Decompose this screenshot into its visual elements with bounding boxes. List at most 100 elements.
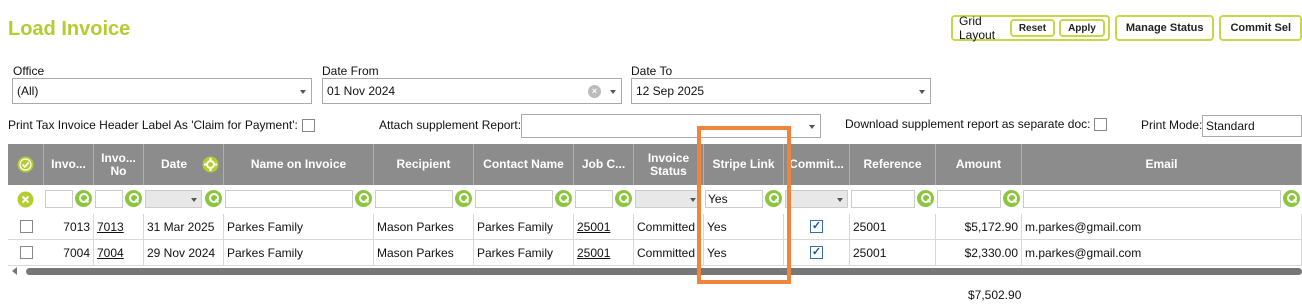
column-header-reference[interactable]: Reference xyxy=(850,144,936,185)
check-all-icon[interactable] xyxy=(17,156,34,173)
cell-job-code-link[interactable]: 25001 xyxy=(574,214,634,240)
search-icon[interactable] xyxy=(615,190,632,207)
attach-supplement-select[interactable] xyxy=(521,114,821,138)
cell-date: 31 Mar 2025 xyxy=(144,214,224,240)
date-to-field[interactable]: 12 Sep 2025 xyxy=(631,78,931,104)
cell-invoice: 7013 xyxy=(44,214,94,240)
filter-committed-select[interactable] xyxy=(785,190,848,208)
cell-invoice-status: Committed xyxy=(634,214,704,240)
cell-committed: ✓ xyxy=(784,240,850,266)
filter-date-select[interactable] xyxy=(145,190,202,208)
cell-invoice-no-link[interactable]: 7013 xyxy=(94,214,144,240)
column-header-amount[interactable]: Amount xyxy=(936,144,1022,185)
download-separate-label: Download supplement report as separate d… xyxy=(845,117,1091,131)
filter-contact-input[interactable] xyxy=(475,190,553,208)
print-mode-label: Print Mode: xyxy=(1141,118,1203,132)
column-header-contact-name[interactable]: Contact Name xyxy=(474,144,574,185)
cell-date: 29 Nov 2024 xyxy=(144,240,224,266)
search-icon[interactable] xyxy=(555,190,572,207)
amount-total: $7,502.90 xyxy=(968,288,1022,302)
cell-contact-name: Parkes Family xyxy=(474,214,574,240)
print-header-label: Print Tax Invoice Header Label As 'Claim… xyxy=(8,118,298,132)
table-row[interactable]: 7004 7004 29 Nov 2024 Parkes Family Maso… xyxy=(8,240,1302,266)
print-mode-option: Print Mode: xyxy=(1141,118,1202,132)
filter-recipient-input[interactable] xyxy=(375,190,453,208)
date-to-label: Date To xyxy=(631,64,673,78)
filter-reference-input[interactable] xyxy=(851,190,915,208)
column-header-invoice[interactable]: Invo... xyxy=(44,144,94,185)
clear-filter-icon[interactable] xyxy=(17,191,34,208)
committed-checkbox[interactable]: ✓ xyxy=(810,220,823,233)
horizontal-scrollbar[interactable] xyxy=(8,266,1302,276)
apply-button[interactable]: Apply xyxy=(1059,19,1105,37)
search-icon[interactable] xyxy=(455,190,472,207)
column-header-invoice-status[interactable]: Invoice Status xyxy=(634,144,704,185)
cell-stripe-link: Yes xyxy=(704,240,784,266)
table-row[interactable]: 7013 7013 31 Mar 2025 Parkes Family Maso… xyxy=(8,214,1302,240)
manage-status-button[interactable]: Manage Status xyxy=(1114,15,1215,41)
column-header-date[interactable]: Date xyxy=(144,144,224,185)
cell-job-code-link[interactable]: 25001 xyxy=(574,240,634,266)
cell-reference: 25001 xyxy=(850,214,936,240)
reset-button[interactable]: Reset xyxy=(1009,19,1056,37)
gear-icon[interactable] xyxy=(202,156,219,173)
filter-invoice-no-input[interactable] xyxy=(95,190,123,208)
cell-invoice: 7004 xyxy=(44,240,94,266)
column-header-stripe-link[interactable]: Stripe Link xyxy=(704,144,784,185)
column-header-job-code[interactable]: Job C... xyxy=(574,144,634,185)
search-icon[interactable] xyxy=(765,190,782,207)
date-header-label: Date xyxy=(161,157,188,171)
office-value: (All) xyxy=(17,84,39,98)
row-checkbox[interactable] xyxy=(20,220,33,233)
column-header-email[interactable]: Email xyxy=(1022,144,1302,185)
column-header-name-on-invoice[interactable]: Name on Invoice xyxy=(224,144,374,185)
date-from-label: Date From xyxy=(322,64,379,78)
search-icon[interactable] xyxy=(125,190,142,207)
date-from-field[interactable]: 01 Nov 2024 × xyxy=(322,78,622,104)
cell-email: m.parkes@gmail.com xyxy=(1022,214,1302,240)
scroll-left-icon[interactable] xyxy=(12,267,17,275)
commit-selected-button[interactable]: Commit Sel xyxy=(1219,15,1302,41)
office-select[interactable]: (All) xyxy=(12,78,312,104)
search-icon[interactable] xyxy=(917,190,934,207)
search-icon[interactable] xyxy=(355,190,372,207)
filter-amount-input[interactable] xyxy=(937,190,1001,208)
column-header-recipient[interactable]: Recipient xyxy=(374,144,474,185)
filter-name-input[interactable] xyxy=(225,190,353,208)
chevron-down-icon[interactable] xyxy=(300,90,306,94)
print-header-checkbox[interactable] xyxy=(301,118,315,132)
committed-checkbox[interactable]: ✓ xyxy=(810,246,823,259)
chevron-down-icon[interactable] xyxy=(610,90,616,94)
filter-job-input[interactable] xyxy=(575,190,613,208)
cell-name-on-invoice: Parkes Family xyxy=(224,240,374,266)
cell-stripe-link: Yes xyxy=(704,214,784,240)
clear-icon[interactable]: × xyxy=(588,85,601,98)
cell-invoice-status: Committed xyxy=(634,240,704,266)
search-icon[interactable] xyxy=(205,190,222,207)
grid-layout-label: Grid Layout xyxy=(959,14,996,42)
search-icon[interactable] xyxy=(1283,190,1300,207)
chevron-down-icon[interactable] xyxy=(809,125,815,129)
scrollbar-thumb[interactable] xyxy=(26,268,1302,275)
cell-recipient: Mason Parkes xyxy=(374,240,474,266)
chevron-down-icon[interactable] xyxy=(919,90,925,94)
print-mode-select[interactable]: Standard xyxy=(1202,115,1302,137)
select-all-header[interactable] xyxy=(8,144,44,185)
cell-name-on-invoice: Parkes Family xyxy=(224,214,374,240)
page-title: Load Invoice xyxy=(8,18,131,40)
cell-amount: $2,330.00 xyxy=(936,240,1022,266)
date-from-value: 01 Nov 2024 xyxy=(327,84,396,98)
column-header-invoice-no[interactable]: Invo... No xyxy=(94,144,144,185)
search-icon[interactable] xyxy=(1003,190,1020,207)
filter-status-select[interactable] xyxy=(635,190,701,208)
print-header-option: Print Tax Invoice Header Label As 'Claim… xyxy=(8,118,315,132)
filter-email-input[interactable] xyxy=(1023,190,1281,208)
search-icon[interactable] xyxy=(75,190,92,207)
download-separate-checkbox[interactable] xyxy=(1094,117,1108,131)
date-to-value: 12 Sep 2025 xyxy=(636,84,705,98)
filter-stripe-input[interactable]: Yes xyxy=(705,190,763,208)
filter-invoice-input[interactable] xyxy=(45,190,73,208)
row-checkbox[interactable] xyxy=(20,246,33,259)
column-header-committed[interactable]: Commit... xyxy=(784,144,850,185)
cell-invoice-no-link[interactable]: 7004 xyxy=(94,240,144,266)
